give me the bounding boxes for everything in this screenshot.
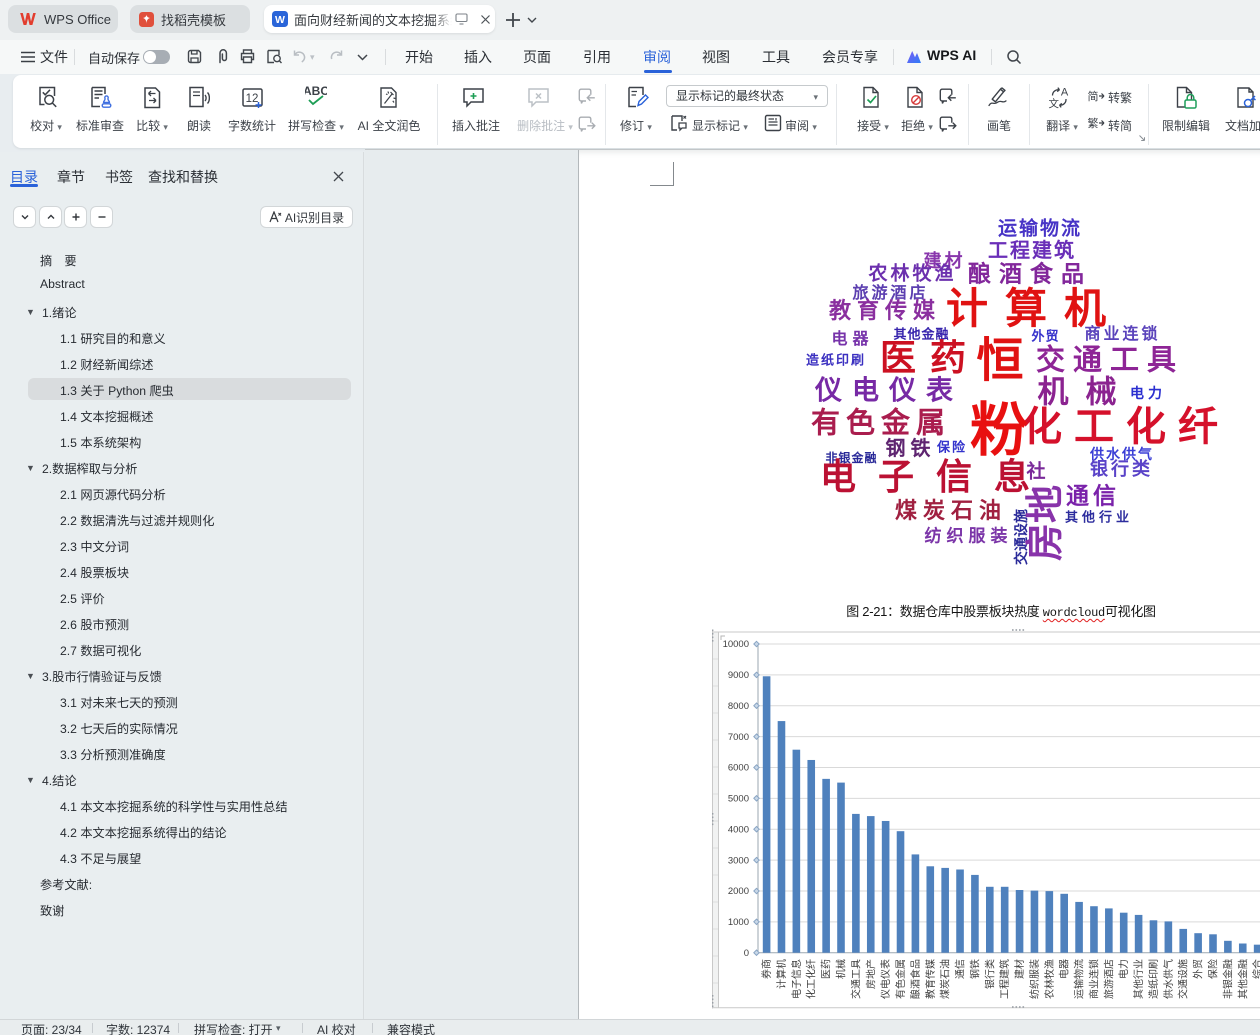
svg-text:农林牧渔: 农林牧渔 <box>1043 959 1056 999</box>
svg-text:文: 文 <box>1049 97 1060 110</box>
svg-text:仪电仪表: 仪电仪表 <box>879 959 892 999</box>
svg-text:旅游酒店: 旅游酒店 <box>1102 959 1115 999</box>
svg-text:9000: 9000 <box>728 670 749 681</box>
svg-text:其他金融: 其他金融 <box>1236 959 1249 999</box>
svg-text:6000: 6000 <box>728 763 749 774</box>
svg-text:非银金融: 非银金融 <box>1221 959 1234 999</box>
svg-text:通信: 通信 <box>955 959 967 979</box>
svg-text:有色金属: 有色金属 <box>894 959 907 999</box>
svg-text:计算机: 计算机 <box>775 959 788 989</box>
svg-text:房地产: 房地产 <box>864 959 877 989</box>
svg-text:7000: 7000 <box>728 732 749 743</box>
svg-text:综合: 综合 <box>1251 959 1260 979</box>
svg-text:8000: 8000 <box>728 701 749 712</box>
svg-text:纺织服装: 纺织服装 <box>1028 959 1041 999</box>
svg-text:医药: 医药 <box>821 959 833 979</box>
svg-text:繁: 繁 <box>1088 116 1099 130</box>
svg-text:12: 12 <box>246 93 259 105</box>
svg-text:商业连锁: 商业连锁 <box>1087 959 1100 999</box>
svg-text:煤炭石油: 煤炭石油 <box>939 959 952 999</box>
svg-text:5000: 5000 <box>728 794 749 805</box>
svg-text:化工化纤: 化工化纤 <box>805 959 818 999</box>
svg-text:银行类: 银行类 <box>983 959 996 989</box>
svg-text:W: W <box>275 14 285 26</box>
svg-text:机械: 机械 <box>835 959 848 979</box>
svg-text:供水供气: 供水供气 <box>1162 959 1175 999</box>
svg-text:3000: 3000 <box>728 855 749 866</box>
svg-text:造纸印刷: 造纸印刷 <box>1147 959 1160 999</box>
svg-text:电力: 电力 <box>1117 959 1130 979</box>
svg-text:外贸: 外贸 <box>1193 959 1205 979</box>
svg-text:酿酒食品: 酿酒食品 <box>909 959 922 999</box>
svg-text:保险: 保险 <box>1207 959 1220 979</box>
svg-text:交通设施: 交通设施 <box>1177 959 1190 999</box>
svg-text:A: A <box>1061 87 1069 99</box>
svg-text:其他行业: 其他行业 <box>1132 959 1145 999</box>
svg-text:4000: 4000 <box>728 824 749 835</box>
svg-text:电器: 电器 <box>1058 959 1071 979</box>
svg-text:10000: 10000 <box>723 639 749 650</box>
svg-text:钢铁: 钢铁 <box>968 959 981 979</box>
svg-text:电子信息: 电子信息 <box>790 959 803 999</box>
svg-text:建材: 建材 <box>1013 959 1026 979</box>
svg-text:简: 简 <box>1088 89 1099 103</box>
svg-text:2000: 2000 <box>728 886 749 897</box>
svg-text:教育传媒: 教育传媒 <box>924 959 937 999</box>
svg-text:ABC: ABC <box>305 84 327 98</box>
svg-text:工程建筑: 工程建筑 <box>998 959 1011 999</box>
svg-text:交通工具: 交通工具 <box>849 959 862 999</box>
svg-text:1000: 1000 <box>728 917 749 928</box>
svg-text:运输物流: 运输物流 <box>1073 959 1086 999</box>
svg-text:0: 0 <box>744 948 749 959</box>
svg-text:券商: 券商 <box>760 959 773 979</box>
